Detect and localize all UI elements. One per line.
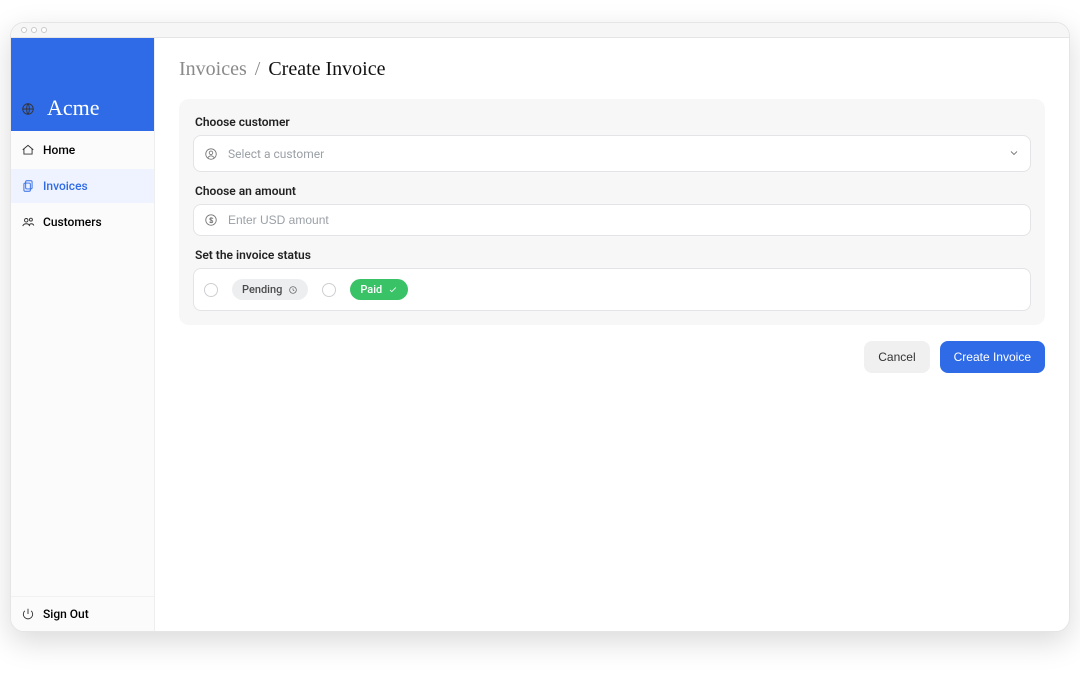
main-content: Invoices / Create Invoice Choose custome… [155, 38, 1069, 631]
status-pill-pending[interactable]: Pending [232, 279, 308, 300]
form-actions: Cancel Create Invoice [179, 341, 1045, 373]
window-dot [41, 27, 47, 33]
status-options: Pending Paid [193, 268, 1031, 311]
globe-icon [21, 101, 41, 121]
breadcrumb: Invoices / Create Invoice [179, 58, 1045, 81]
app-window: Acme Home Invoices [10, 22, 1070, 632]
status-pill-label: Paid [360, 283, 382, 296]
sidebar-item-invoices[interactable]: Invoices [11, 169, 154, 203]
status-pill-paid[interactable]: Paid [350, 279, 408, 300]
check-icon [388, 285, 398, 295]
user-circle-icon [204, 147, 218, 161]
brand-block: Acme [11, 38, 154, 131]
cancel-button[interactable]: Cancel [864, 341, 929, 373]
sign-out-button[interactable]: Sign Out [11, 596, 154, 631]
power-icon [21, 607, 35, 621]
chevron-down-icon [1008, 144, 1020, 163]
sidebar-item-label: Invoices [43, 179, 88, 193]
status-radio-paid[interactable] [322, 283, 336, 297]
sidebar: Acme Home Invoices [11, 38, 155, 631]
breadcrumb-current: Create Invoice [268, 58, 385, 81]
sidebar-spacer [11, 239, 154, 596]
brand-name: Acme [47, 95, 100, 121]
window-dot [21, 27, 27, 33]
currency-dollar-icon [204, 213, 218, 227]
customer-field-label: Choose customer [195, 115, 1031, 129]
clock-icon [288, 285, 298, 295]
create-invoice-panel: Choose customer Select a customer [179, 99, 1045, 325]
status-field-label: Set the invoice status [195, 248, 1031, 262]
sidebar-item-label: Customers [43, 215, 102, 229]
create-invoice-button[interactable]: Create Invoice [940, 341, 1045, 373]
window-dot [31, 27, 37, 33]
window-titlebar [11, 23, 1069, 38]
invoices-icon [21, 179, 35, 193]
sign-out-label: Sign Out [43, 607, 89, 621]
sidebar-item-label: Home [43, 143, 75, 157]
amount-field-label: Choose an amount [195, 184, 1031, 198]
amount-input[interactable] [228, 213, 1020, 227]
sidebar-nav: Home Invoices Customers [11, 133, 154, 239]
customer-select[interactable]: Select a customer [193, 135, 1031, 172]
breadcrumb-separator: / [255, 58, 261, 81]
amount-input-wrap[interactable] [193, 204, 1031, 236]
status-pill-label: Pending [242, 283, 282, 296]
customers-icon [21, 215, 35, 229]
status-radio-pending[interactable] [204, 283, 218, 297]
home-icon [21, 143, 35, 157]
sidebar-item-customers[interactable]: Customers [11, 205, 154, 239]
customer-select-placeholder: Select a customer [228, 147, 998, 161]
breadcrumb-parent[interactable]: Invoices [179, 58, 247, 81]
sidebar-item-home[interactable]: Home [11, 133, 154, 167]
